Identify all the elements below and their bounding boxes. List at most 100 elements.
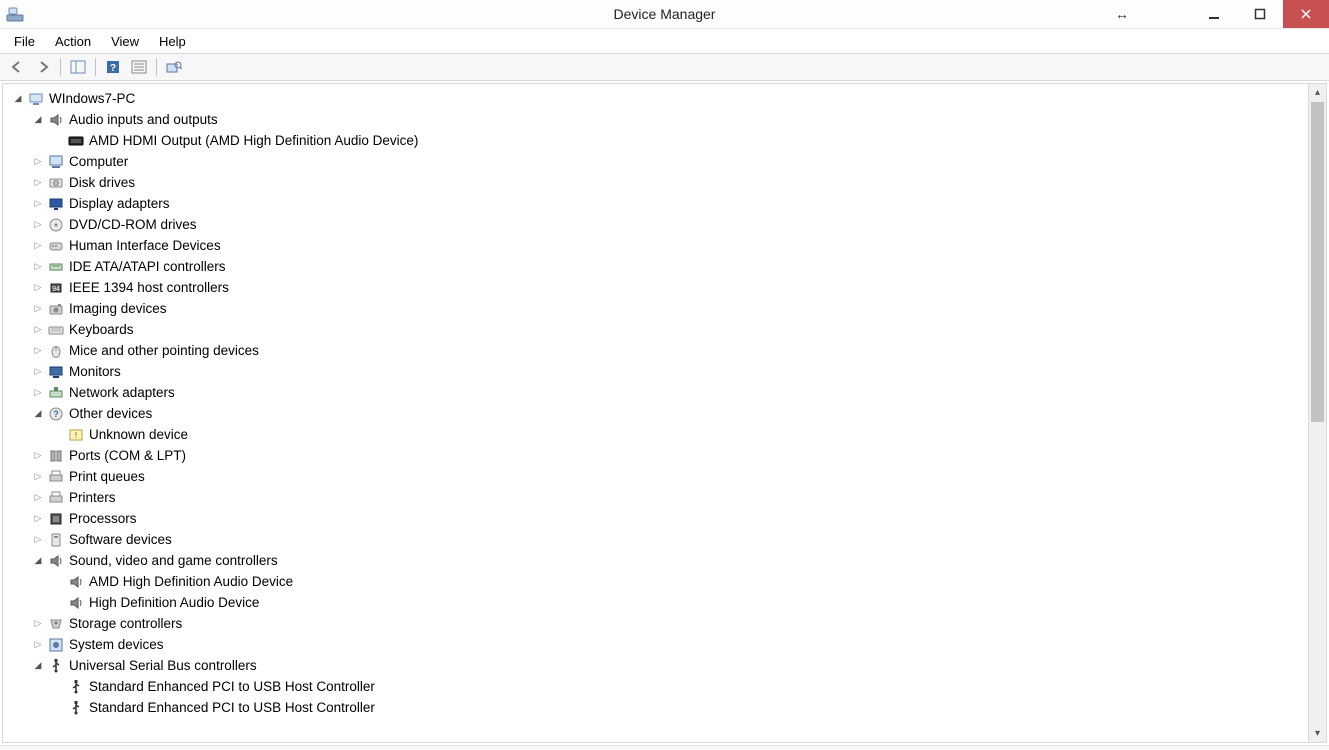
expand-toggle-icon[interactable] (31, 298, 45, 319)
expand-toggle-icon[interactable] (31, 340, 45, 361)
tree-node-label: Display adapters (69, 193, 170, 214)
tree-node-label: Human Interface Devices (69, 235, 221, 256)
menu-file[interactable]: File (4, 32, 45, 51)
expand-toggle-icon[interactable] (31, 277, 45, 298)
expand-toggle-icon[interactable] (31, 256, 45, 277)
menu-view[interactable]: View (101, 32, 149, 51)
tree-node[interactable]: IDE ATA/ATAPI controllers (11, 256, 1326, 277)
tree-node[interactable]: Ports (COM & LPT) (11, 445, 1326, 466)
scroll-thumb[interactable] (1311, 102, 1324, 422)
computer-icon (47, 154, 65, 170)
drag-handle-icon: ↔ (1115, 6, 1129, 22)
expand-toggle-icon[interactable] (31, 361, 45, 382)
speaker-icon (67, 595, 85, 611)
back-button[interactable] (6, 56, 28, 78)
tree-node[interactable]: Universal Serial Bus controllers (11, 655, 1326, 676)
tree-node[interactable]: Standard Enhanced PCI to USB Host Contro… (11, 676, 1326, 697)
tree-node-label: Imaging devices (69, 298, 167, 319)
tree-node[interactable]: Storage controllers (11, 613, 1326, 634)
tree-node-label: Storage controllers (69, 613, 182, 634)
menu-action[interactable]: Action (45, 32, 101, 51)
close-button[interactable] (1283, 0, 1329, 28)
device-tree[interactable]: WIndows7-PCAudio inputs and outputsAMD H… (3, 84, 1326, 743)
tree-node[interactable]: Display adapters (11, 193, 1326, 214)
app-icon (6, 5, 24, 23)
forward-button[interactable] (32, 56, 54, 78)
expand-toggle-icon[interactable] (31, 466, 45, 487)
expand-toggle-icon[interactable] (31, 634, 45, 655)
expand-toggle-icon[interactable] (31, 445, 45, 466)
show-hide-console-button[interactable] (67, 56, 89, 78)
other-icon: ? (47, 406, 65, 422)
toolbar-separator (95, 58, 96, 76)
content-area: WIndows7-PCAudio inputs and outputsAMD H… (0, 81, 1329, 745)
collapse-toggle-icon[interactable] (31, 109, 45, 130)
scan-hardware-button[interactable] (163, 56, 185, 78)
tree-node[interactable]: Computer (11, 151, 1326, 172)
minimize-button[interactable] (1191, 0, 1237, 28)
expand-toggle-icon[interactable] (31, 613, 45, 634)
tree-node[interactable]: Standard Enhanced PCI to USB Host Contro… (11, 697, 1326, 718)
tree-node-label: Print queues (69, 466, 145, 487)
tree-node[interactable]: !Unknown device (11, 424, 1326, 445)
usbctrl-icon (67, 700, 85, 716)
tree-node[interactable]: Printers (11, 487, 1326, 508)
tree-node[interactable]: Imaging devices (11, 298, 1326, 319)
tree-node[interactable]: Monitors (11, 361, 1326, 382)
tree-node[interactable]: AMD High Definition Audio Device (11, 571, 1326, 592)
tree-node[interactable]: ? Other devices (11, 403, 1326, 424)
tree-node[interactable]: High Definition Audio Device (11, 592, 1326, 613)
expand-toggle-icon[interactable] (31, 214, 45, 235)
disk-icon (47, 175, 65, 191)
system-icon (47, 637, 65, 653)
speaker-icon (67, 574, 85, 590)
tree-node[interactable]: AMD HDMI Output (AMD High Definition Aud… (11, 130, 1326, 151)
svg-text:?: ? (53, 409, 59, 419)
help-button[interactable]: ? (102, 56, 124, 78)
vertical-scrollbar[interactable]: ▴ ▾ (1308, 84, 1326, 742)
maximize-button[interactable] (1237, 0, 1283, 28)
tree-node[interactable]: System devices (11, 634, 1326, 655)
properties-button[interactable] (128, 56, 150, 78)
expand-toggle-icon[interactable] (31, 382, 45, 403)
window-title: Device Manager (0, 6, 1329, 22)
toolbar-separator (156, 58, 157, 76)
scroll-up-arrow[interactable]: ▴ (1309, 84, 1326, 101)
tree-node[interactable]: Software devices (11, 529, 1326, 550)
tree-node[interactable]: Disk drives (11, 172, 1326, 193)
collapse-toggle-icon[interactable] (11, 88, 25, 109)
sound-icon (47, 553, 65, 569)
tree-root-node[interactable]: WIndows7-PC (11, 88, 1326, 109)
expand-toggle-icon[interactable] (31, 319, 45, 340)
tree-node[interactable]: Audio inputs and outputs (11, 109, 1326, 130)
expand-toggle-icon[interactable] (31, 235, 45, 256)
tree-node-label: System devices (69, 634, 164, 655)
tree-node[interactable]: DVD/CD-ROM drives (11, 214, 1326, 235)
collapse-toggle-icon[interactable] (31, 550, 45, 571)
tree-node-label: Processors (69, 508, 137, 529)
tree-node-label: Disk drives (69, 172, 135, 193)
expand-toggle-icon[interactable] (31, 151, 45, 172)
bottom-strip (0, 745, 1329, 750)
tree-node[interactable]: Mice and other pointing devices (11, 340, 1326, 361)
tree-node[interactable]: Print queues (11, 466, 1326, 487)
tree-node[interactable]: Keyboards (11, 319, 1326, 340)
imaging-icon (47, 301, 65, 317)
expand-toggle-icon[interactable] (31, 193, 45, 214)
menu-help[interactable]: Help (149, 32, 196, 51)
expand-toggle-icon[interactable] (31, 529, 45, 550)
collapse-toggle-icon[interactable] (31, 655, 45, 676)
tree-node-label: Other devices (69, 403, 152, 424)
tree-node[interactable]: Network adapters (11, 382, 1326, 403)
expand-toggle-icon[interactable] (31, 487, 45, 508)
expand-toggle-icon[interactable] (31, 508, 45, 529)
expand-toggle-icon[interactable] (31, 172, 45, 193)
collapse-toggle-icon[interactable] (31, 403, 45, 424)
tree-node-label: Computer (69, 151, 128, 172)
hdmi-icon (67, 133, 85, 149)
scroll-down-arrow[interactable]: ▾ (1309, 725, 1326, 742)
tree-node[interactable]: Human Interface Devices (11, 235, 1326, 256)
tree-node[interactable]: Processors (11, 508, 1326, 529)
tree-node[interactable]: 94IEEE 1394 host controllers (11, 277, 1326, 298)
tree-node[interactable]: Sound, video and game controllers (11, 550, 1326, 571)
